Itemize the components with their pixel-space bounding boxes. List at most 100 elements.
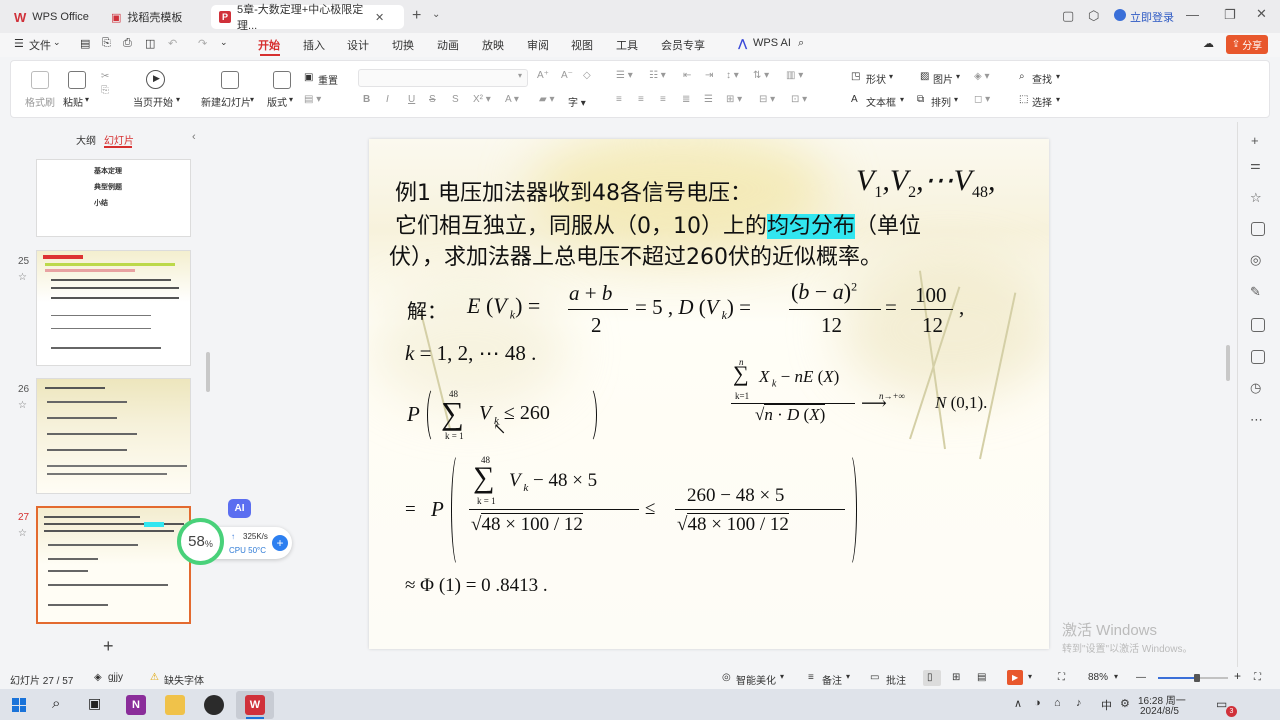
zoom-in-icon[interactable]: + — [1234, 669, 1241, 683]
select-button[interactable]: 选择 — [1032, 94, 1052, 109]
task-view-icon[interactable]: ▣ — [88, 695, 101, 712]
sidebar-plus-icon[interactable]: + — [1251, 133, 1259, 148]
export-icon[interactable]: ⎘ — [102, 37, 111, 50]
cube-icon[interactable]: ⬡ — [1088, 8, 1099, 24]
add-slide-button[interactable]: + — [103, 636, 114, 657]
missing-font-button[interactable]: 缺失字体 — [164, 672, 204, 687]
font-grow-icon[interactable]: A⁺ — [537, 70, 549, 81]
redo-icon[interactable]: ↷ — [198, 37, 207, 50]
chevron-down-icon[interactable]: ▾ — [85, 95, 89, 104]
textbox-button[interactable]: 文本框 — [866, 94, 896, 109]
canvas-scrollbar[interactable] — [1226, 345, 1230, 381]
cut-icon[interactable]: ✂ — [101, 71, 109, 82]
zoom-out-icon[interactable]: — — [1136, 672, 1146, 683]
restore-icon[interactable]: ❐ — [1224, 7, 1236, 23]
tab-wps-office[interactable]: W WPS Office — [6, 5, 98, 29]
tools-icon[interactable]: ✎ — [1250, 284, 1261, 300]
tray-expand-icon[interactable]: ∧ — [1014, 697, 1022, 710]
highlight-icon[interactable]: ▰ ▾ — [539, 94, 555, 105]
play-current-button[interactable]: 当页开始 — [133, 94, 173, 109]
bookmark-icon[interactable] — [1251, 318, 1265, 332]
menu-home[interactable]: 开始 — [258, 37, 280, 53]
char-spacing-icon[interactable]: 字 ▾ — [568, 94, 586, 109]
file-explorer-icon[interactable] — [165, 695, 185, 715]
chevron-down-icon[interactable]: ▾ — [1056, 95, 1060, 104]
chevron-down-icon[interactable]: ▾ — [1114, 672, 1118, 681]
window-icon[interactable]: ▢ — [1062, 8, 1074, 24]
slide-canvas[interactable]: 例1 电压加法器收到48各信号电压： V1,V2,⋯V48, 它们相互独立，同服… — [369, 139, 1049, 649]
menu-design[interactable]: 设计 — [347, 37, 369, 53]
text-direction-icon[interactable]: ⇅ ▾ — [753, 70, 769, 81]
chevron-down-icon[interactable]: ▾ — [956, 72, 960, 81]
menu-review[interactable]: 审阅 — [527, 37, 549, 53]
format-painter-button[interactable]: 格式刷 — [25, 94, 55, 109]
chevron-down-icon[interactable]: ▾ — [289, 95, 293, 104]
close-window-icon[interactable]: ✕ — [1256, 6, 1267, 22]
close-tab-icon[interactable]: ✕ — [375, 11, 384, 24]
grid-view-icon[interactable]: ⊞ — [952, 672, 960, 683]
cloud-icon[interactable]: ☁ — [1203, 37, 1214, 50]
smart-art-icon[interactable]: ⊟ ▾ — [759, 94, 775, 105]
slide-thumbnail-selected[interactable] — [36, 506, 191, 624]
columns-icon[interactable]: ▥ ▾ — [786, 70, 803, 81]
indent-decrease-icon[interactable]: ⇤ — [683, 70, 691, 81]
copy-format-icon[interactable] — [1251, 222, 1265, 236]
slide-thumbnail[interactable] — [36, 250, 191, 366]
zoom-level[interactable]: 88% — [1088, 672, 1108, 683]
beautify-button[interactable]: 智能美化 — [736, 672, 776, 687]
align-right-icon[interactable]: ≡ — [660, 94, 666, 105]
undo-icon[interactable]: ↶ — [168, 37, 177, 50]
chevron-down-icon[interactable]: ▾ — [889, 72, 893, 81]
app-icon[interactable] — [204, 695, 224, 715]
search-icon[interactable]: ⌕ — [798, 37, 804, 50]
chevron-down-icon[interactable]: ▾ — [846, 672, 850, 681]
menu-tools[interactable]: 工具 — [616, 37, 638, 53]
save-icon[interactable]: ▤ — [80, 37, 90, 50]
align-left-icon[interactable]: ≡ — [616, 94, 622, 105]
history-icon[interactable]: ◷ — [1250, 380, 1261, 396]
new-tab-icon[interactable]: + — [412, 7, 421, 25]
chevron-down-icon[interactable]: ▾ — [1056, 72, 1060, 81]
file-menu[interactable]: 文件 — [29, 37, 51, 53]
tray-gear-icon[interactable]: ⚙ — [1120, 697, 1130, 710]
font-color-icon[interactable]: A ▾ — [505, 94, 519, 105]
chevron-down-icon[interactable]: ▾ — [780, 672, 784, 681]
tray-app-icon[interactable]: ◑ — [1034, 697, 1041, 709]
clock-date[interactable]: 2024/8/5 — [1140, 706, 1179, 717]
text-shadow-icon[interactable]: S — [452, 94, 459, 105]
network-icon[interactable]: ⌂ — [1054, 697, 1061, 709]
menu-animation[interactable]: 动画 — [437, 37, 459, 53]
chevron-down-icon[interactable]: ▾ — [518, 71, 522, 80]
login-link[interactable]: 立即登录 — [1130, 9, 1174, 25]
search-icon[interactable]: ⌕ — [52, 695, 60, 712]
zoom-slider-handle[interactable] — [1194, 674, 1200, 682]
shape-button[interactable]: 形状 — [866, 71, 886, 86]
indent-increase-icon[interactable]: ⇥ — [705, 70, 713, 81]
chevron-down-icon[interactable]: ▾ — [1028, 672, 1032, 681]
paste-button[interactable]: 粘贴 — [63, 94, 83, 109]
chevron-down-icon[interactable]: ▾ — [900, 95, 904, 104]
distribute-icon[interactable]: ☰ — [704, 94, 713, 105]
superscript-icon[interactable]: X² ▾ — [473, 94, 491, 105]
boost-icon[interactable]: + — [272, 535, 288, 551]
start-icon[interactable] — [12, 698, 26, 712]
slide-thumbnail[interactable] — [36, 378, 191, 494]
menu-insert[interactable]: 插入 — [303, 37, 325, 53]
image-icon[interactable] — [1251, 350, 1265, 364]
number-list-icon[interactable]: ☷ ▾ — [649, 70, 666, 81]
user-avatar-icon[interactable] — [1114, 9, 1126, 21]
menu-transition[interactable]: 切换 — [392, 37, 414, 53]
panel-scrollbar[interactable] — [206, 352, 210, 392]
strikethrough-icon[interactable]: S — [429, 94, 436, 105]
share-button[interactable]: ⇪ 分享 — [1226, 35, 1268, 54]
chevron-down-icon[interactable]: ⌄ — [432, 9, 440, 20]
wps-ai-button[interactable]: WPS AI — [753, 37, 791, 49]
adjust-icon[interactable]: ⚌ — [1250, 158, 1261, 172]
animation-icon[interactable]: ◎ — [1250, 252, 1261, 268]
tab-document[interactable]: P 5章-大数定理+中心极限定理... ✕ — [211, 4, 404, 32]
memory-gauge[interactable]: 58% — [177, 518, 224, 565]
wps-taskbar-icon[interactable]: W — [245, 695, 265, 715]
menu-slideshow[interactable]: 放映 — [482, 37, 504, 53]
volume-icon[interactable]: ♪ — [1076, 697, 1082, 709]
theme-name[interactable]: gjjy — [108, 672, 123, 683]
